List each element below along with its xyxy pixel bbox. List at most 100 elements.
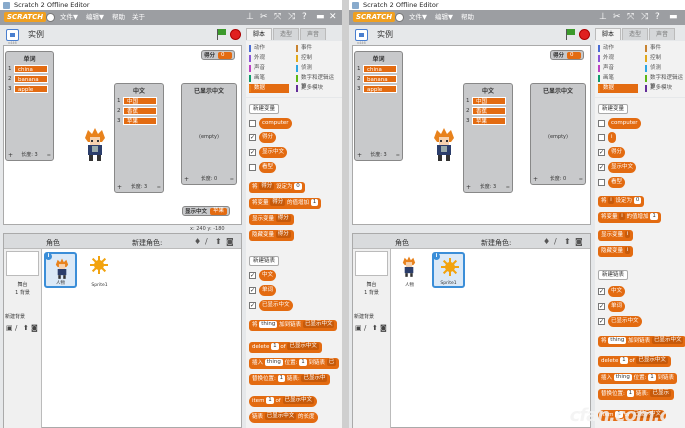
make-variable-button[interactable]: 新建变量	[249, 104, 280, 114]
stage-preview[interactable]	[355, 251, 388, 276]
list-block-shown[interactable]: 已显示中文	[259, 300, 293, 311]
list-block-chinese[interactable]: 中文	[608, 286, 626, 297]
green-flag-icon[interactable]	[565, 29, 576, 40]
stage[interactable]: 得分 0 单词 1 china 2 banana 3 apple + 长度: 3 = 中…	[3, 45, 242, 225]
category-events[interactable]: 事件	[296, 44, 338, 53]
category-sensing[interactable]: 侦测	[296, 64, 338, 73]
tab-scripts[interactable]: 脚本	[246, 28, 273, 40]
list-checkbox[interactable]: ✓	[598, 303, 605, 310]
var-block-computer[interactable]: computer	[608, 118, 641, 129]
list-checkbox[interactable]: ✓	[249, 302, 256, 309]
var-checkbox[interactable]	[598, 134, 605, 141]
list-monitor-words[interactable]: 单词 1 china 2 banana 3 apple + 长度: 3 =	[354, 51, 403, 161]
category-events[interactable]: 事件	[645, 44, 685, 53]
var-checkbox[interactable]	[249, 120, 256, 127]
delete-of-list-block[interactable]: delete 1 of 已显示中文	[598, 356, 671, 367]
list-checkbox[interactable]: ✓	[598, 318, 605, 325]
category-data[interactable]: 数据	[249, 84, 289, 93]
var-checkbox[interactable]: ✓	[249, 149, 256, 156]
hide-var-block[interactable]: 隐藏变量 得分	[249, 230, 294, 241]
category-motion[interactable]: 动作	[598, 44, 640, 53]
sprite-thumb-character[interactable]: 人物	[393, 252, 426, 288]
category-control[interactable]: 控制	[645, 54, 685, 63]
project-title[interactable]: 实例	[377, 29, 393, 40]
paint-sprite-icon[interactable]: /	[554, 237, 557, 246]
make-variable-button[interactable]: 新建变量	[598, 104, 629, 114]
stop-icon[interactable]	[230, 29, 241, 40]
menu-file[interactable]: 文件▼	[409, 10, 427, 25]
category-pen[interactable]: 画笔	[598, 74, 640, 83]
score-monitor[interactable]: 得分 0	[550, 50, 585, 60]
var-block-computer[interactable]: computer	[259, 118, 292, 129]
minimize-icon[interactable]: ▬	[669, 12, 678, 23]
list-block-words[interactable]: 单词	[608, 301, 626, 312]
delete-icon[interactable]: ✂	[260, 12, 268, 23]
language-globe-icon[interactable]	[46, 13, 55, 22]
stop-icon[interactable]	[579, 29, 590, 40]
category-sound[interactable]: 声音	[598, 64, 640, 73]
tab-costumes[interactable]: 造型	[273, 28, 300, 40]
paint-sprite-icon[interactable]: /	[205, 237, 208, 246]
project-title[interactable]: 实例	[28, 29, 44, 40]
category-operators[interactable]: 数字和逻辑运算	[296, 74, 338, 90]
list-monitor-chinese[interactable]: 中文 1 中国 2 香蕉 3 苹果 + 长度: 3 =	[114, 83, 164, 193]
menu-about[interactable]: 关于	[132, 10, 145, 25]
list-checkbox[interactable]: ✓	[249, 272, 256, 279]
camera-backdrop-icon[interactable]: ◙	[380, 324, 387, 332]
var-block-look[interactable]: 看型	[608, 177, 626, 188]
list-monitor-chinese[interactable]: 中文 1 中国 2 香蕉 3 苹果 + 长度: 3 =	[463, 83, 513, 193]
sprite-thumb-sun[interactable]: Sprite1	[83, 252, 116, 288]
category-sound[interactable]: 声音	[249, 64, 291, 73]
green-flag-icon[interactable]	[216, 29, 227, 40]
make-list-button[interactable]: 新建链表	[249, 256, 280, 266]
sprite-thumb-sun[interactable]: i Sprite1	[432, 252, 465, 288]
tab-costumes[interactable]: 造型	[622, 28, 649, 40]
insert-list-block[interactable]: 插入 thing 位置: 1 到链表 已	[249, 358, 340, 369]
category-motion[interactable]: 动作	[249, 44, 291, 53]
menu-help[interactable]: 帮助	[112, 10, 125, 25]
item-of-list-block[interactable]: item 1 of 已显示中文	[249, 396, 318, 407]
close-window-icon[interactable]: ✕	[329, 12, 337, 23]
grow-icon[interactable]: ⤧	[274, 12, 281, 23]
upload-backdrop-icon[interactable]: ⬆	[23, 324, 29, 332]
language-globe-icon[interactable]	[395, 13, 404, 22]
list-block-words[interactable]: 单词	[259, 285, 277, 296]
character-sprite[interactable]	[431, 128, 457, 162]
var-checkbox[interactable]: ✓	[598, 164, 605, 171]
var-block-score[interactable]: 得分	[608, 147, 626, 158]
menu-edit[interactable]: 编辑▼	[435, 10, 453, 25]
category-more-blocks[interactable]: 更多模块	[296, 84, 338, 93]
stage-thumbnail[interactable]: 舞台 1 背景 新建背景 ▣ / ⬆ ◙	[4, 249, 42, 428]
set-var-block[interactable]: 将 i 设定为 0	[598, 196, 645, 207]
paint-backdrop-icon[interactable]: /	[364, 324, 366, 332]
tab-sounds[interactable]: 声音	[300, 28, 327, 40]
camera-backdrop-icon[interactable]: ◙	[31, 324, 38, 332]
upload-backdrop-icon[interactable]: ⬆	[372, 324, 378, 332]
tab-sounds[interactable]: 声音	[649, 28, 676, 40]
category-operators[interactable]: 数字和逻辑运算	[645, 74, 685, 90]
list-monitor-shown[interactable]: 已显示中文 (empty) + 长度: 0 =	[181, 83, 237, 185]
menu-help[interactable]: 帮助	[461, 10, 474, 25]
info-icon[interactable]: i	[433, 253, 440, 260]
help-icon[interactable]: ?	[302, 12, 307, 23]
upload-sprite-icon[interactable]: ⬆	[215, 237, 222, 246]
var-block-show[interactable]: 显示中文	[259, 147, 288, 158]
sprite-library-icon[interactable]: ♦	[194, 237, 201, 246]
help-icon[interactable]: ?	[655, 12, 660, 23]
character-sprite[interactable]	[82, 128, 108, 162]
stage-preview[interactable]	[6, 251, 39, 276]
change-var-block[interactable]: 将变量 得分 的值增加 1	[249, 198, 322, 209]
resize-handle[interactable]: =	[157, 185, 161, 191]
sprite-thumb-character[interactable]: i 人物	[44, 252, 77, 288]
list-checkbox[interactable]: ✓	[598, 288, 605, 295]
stage[interactable]: 得分 0 单词 1 china 2 banana 3 apple + 长度: 3 = 中…	[352, 45, 591, 225]
resize-handle[interactable]: =	[506, 185, 510, 191]
presentation-mode-icon[interactable]	[355, 29, 368, 41]
add-to-list-block[interactable]: 将 thing 加到链表 已显示中文	[249, 320, 338, 331]
length-of-list-block[interactable]: 链表 已显示中文 的长度	[249, 412, 318, 423]
category-more-blocks[interactable]: 更多模块	[645, 84, 685, 93]
menu-edit[interactable]: 编辑▼	[86, 10, 104, 25]
category-pen[interactable]: 画笔	[249, 74, 291, 83]
stage-thumbnail[interactable]: 舞台 1 背景 新建背景 ▣ / ⬆ ◙	[353, 249, 391, 428]
category-control[interactable]: 控制	[296, 54, 338, 63]
